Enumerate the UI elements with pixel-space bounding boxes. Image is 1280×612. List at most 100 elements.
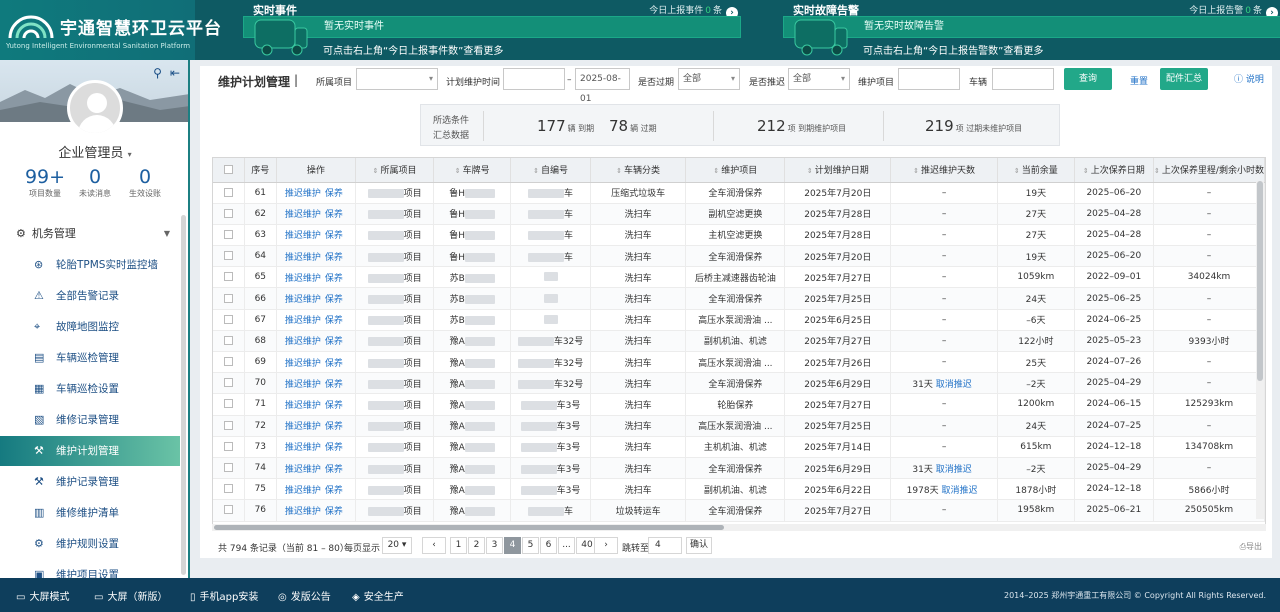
delay-maintenance-link[interactable]: 推迟维护 bbox=[285, 422, 321, 432]
column-header-8[interactable]: ⇕ 推迟维护天数 bbox=[890, 158, 998, 183]
delay-maintenance-link[interactable]: 推迟维护 bbox=[285, 231, 321, 241]
column-header-3[interactable]: ⇕ 车牌号 bbox=[433, 158, 512, 183]
row-checkbox[interactable] bbox=[223, 378, 233, 388]
select-all-checkbox[interactable] bbox=[223, 164, 233, 174]
table-row[interactable]: 63 推迟维护 保养 项目 鲁H 车洗扫车 主机空滤更换 2025年7月28日 –27天 2025… bbox=[213, 224, 1265, 247]
goto-input[interactable]: 4 bbox=[648, 537, 682, 554]
row-checkbox[interactable] bbox=[223, 399, 233, 409]
table-vertical-scrollbar[interactable] bbox=[1256, 181, 1264, 519]
sort-icon[interactable]: ⇕ bbox=[913, 167, 919, 175]
column-header-10[interactable]: ⇕ 上次保养日期 bbox=[1074, 158, 1155, 183]
column-header-9[interactable]: ⇕ 当前余量 bbox=[997, 158, 1075, 183]
row-checkbox[interactable] bbox=[223, 229, 233, 239]
sidebar-item-4[interactable]: ▦ 车辆巡检设置 bbox=[0, 374, 180, 404]
page-5[interactable]: 5 bbox=[522, 537, 539, 554]
table-row[interactable]: 62 推迟维护 保养 项目 鲁H 车洗扫车 副机空滤更换 2025年7月28日 –27天 2025… bbox=[213, 203, 1265, 225]
delay-select[interactable]: 全部 bbox=[788, 68, 850, 90]
sort-icon[interactable]: ⇕ bbox=[713, 167, 719, 175]
column-header-11[interactable]: ⇕ 上次保养里程/剩余小时数 bbox=[1153, 158, 1265, 183]
sort-icon[interactable]: ⇕ bbox=[616, 167, 622, 175]
table-row[interactable]: 64 推迟维护 保养 项目 鲁H 车洗扫车 全车润滑保养 2025年7月20日 –19天 2025… bbox=[213, 245, 1265, 268]
cancel-delay-link[interactable]: 取消推迟 bbox=[936, 380, 972, 390]
delay-maintenance-link[interactable]: 推迟维护 bbox=[285, 210, 321, 220]
row-checkbox[interactable] bbox=[223, 441, 233, 451]
page-4[interactable]: 4 bbox=[504, 537, 521, 554]
select-all-header[interactable] bbox=[213, 158, 245, 183]
table-row[interactable]: 70 推迟维护 保养 项目 豫A 车32号 洗扫车 全车润滑保养 2025年6月29日 31天 取… bbox=[213, 372, 1265, 395]
column-header-4[interactable]: ⇕ 自编号 bbox=[510, 158, 591, 183]
row-checkbox[interactable] bbox=[223, 505, 233, 515]
table-row[interactable]: 67 推迟维护 保养 项目 苏B 洗扫车 高压水泵润滑油 ... 2025年6月25日 – –6天… bbox=[213, 309, 1265, 331]
table-row[interactable]: 74 推迟维护 保养 项目 豫A 车3号 洗扫车 全车润滑保养 2025年6月29日 31天 取消… bbox=[213, 457, 1265, 480]
sort-icon[interactable]: ⇕ bbox=[1083, 167, 1089, 175]
sidebar-item-9[interactable]: ⚙ 维护规则设置 bbox=[0, 529, 180, 559]
delay-maintenance-link[interactable]: 推迟维护 bbox=[285, 316, 321, 326]
column-header-2[interactable]: ⇕ 所属项目 bbox=[355, 158, 435, 183]
row-checkbox[interactable] bbox=[223, 293, 233, 303]
maintain-link[interactable]: 保养 bbox=[325, 486, 343, 496]
menu-group-maintenance[interactable]: ⚙ 机务管理 ▼ bbox=[0, 220, 180, 248]
cancel-delay-link[interactable]: 取消推迟 bbox=[941, 486, 977, 496]
sidebar-item-1[interactable]: ⚠ 全部告警记录 bbox=[0, 281, 180, 311]
table-row[interactable]: 72 推迟维护 保养 项目 豫A 车3号 洗扫车 高压水泵润滑油 ... 2025年7月25日 –… bbox=[213, 415, 1265, 437]
delay-maintenance-link[interactable]: 推迟维护 bbox=[285, 295, 321, 305]
page-2[interactable]: 2 bbox=[468, 537, 485, 554]
query-button[interactable]: 查询 bbox=[1064, 68, 1112, 90]
footer-item-3[interactable]: ◎ 发版公告 bbox=[278, 588, 331, 603]
avatar[interactable] bbox=[67, 80, 123, 136]
sidebar-scrollbar[interactable] bbox=[181, 215, 186, 575]
per-page-select[interactable]: 20 ▾ bbox=[382, 537, 412, 554]
delay-maintenance-link[interactable]: 推迟维护 bbox=[285, 359, 321, 369]
delay-maintenance-link[interactable]: 推迟维护 bbox=[285, 465, 321, 475]
maintain-link[interactable]: 保养 bbox=[325, 337, 343, 347]
delay-maintenance-link[interactable]: 推迟维护 bbox=[285, 189, 321, 199]
sidebar-item-7[interactable]: ⚒ 维护记录管理 bbox=[0, 467, 180, 497]
maintain-link[interactable]: 保养 bbox=[325, 422, 343, 432]
sort-icon[interactable]: ⇕ bbox=[373, 167, 379, 175]
cancel-delay-link[interactable]: 取消推迟 bbox=[936, 465, 972, 475]
row-checkbox[interactable] bbox=[223, 463, 233, 473]
sidebar-item-8[interactable]: ▥ 维修维护清单 bbox=[0, 498, 180, 528]
reset-link[interactable]: 重置 bbox=[1130, 74, 1148, 87]
prev-page-button[interactable]: ‹ bbox=[422, 537, 446, 554]
user-name[interactable]: 企业管理员 ▾ bbox=[0, 142, 188, 161]
sidebar-item-6[interactable]: ⚒ 维护计划管理 bbox=[0, 436, 180, 466]
column-header-5[interactable]: ⇕ 车辆分类 bbox=[590, 158, 687, 183]
vehicle-input[interactable] bbox=[992, 68, 1054, 90]
column-header-6[interactable]: ⇕ 维护项目 bbox=[685, 158, 786, 183]
maintain-link[interactable]: 保养 bbox=[325, 507, 343, 517]
delay-maintenance-link[interactable]: 推迟维护 bbox=[285, 507, 321, 517]
maintain-link[interactable]: 保养 bbox=[325, 210, 343, 220]
row-checkbox[interactable] bbox=[223, 208, 233, 218]
table-row[interactable]: 66 推迟维护 保养 项目 苏B 洗扫车 全车润滑保养 2025年7月25日 –24天 2025–… bbox=[213, 287, 1265, 310]
maintain-link[interactable]: 保养 bbox=[325, 443, 343, 453]
maintain-link[interactable]: 保养 bbox=[325, 359, 343, 369]
sort-icon[interactable]: ⇕ bbox=[533, 167, 539, 175]
sort-icon[interactable]: ⇕ bbox=[455, 167, 461, 175]
project-select[interactable] bbox=[356, 68, 438, 90]
row-checkbox[interactable] bbox=[223, 484, 233, 494]
delay-maintenance-link[interactable]: 推迟维护 bbox=[285, 274, 321, 284]
delay-maintenance-link[interactable]: 推迟维护 bbox=[285, 401, 321, 411]
overdue-select[interactable]: 全部 bbox=[678, 68, 740, 90]
footer-item-2[interactable]: ▯ 手机app安装 bbox=[190, 588, 258, 603]
sort-icon[interactable]: ⇕ bbox=[1154, 167, 1160, 175]
sidebar-item-2[interactable]: ⌖ 故障地图监控 bbox=[0, 312, 180, 342]
row-checkbox[interactable] bbox=[223, 314, 233, 324]
page-3[interactable]: 3 bbox=[486, 537, 503, 554]
maintain-link[interactable]: 保养 bbox=[325, 401, 343, 411]
table-row[interactable]: 68 推迟维护 保养 项目 豫A 车32号 洗扫车 副机机油、机滤 2025年7月27日 –122… bbox=[213, 330, 1265, 353]
footer-item-1[interactable]: ▭ 大屏（新版） bbox=[94, 588, 167, 603]
row-checkbox[interactable] bbox=[223, 420, 233, 430]
goto-confirm-button[interactable]: 确认 bbox=[686, 537, 712, 554]
page-...[interactable]: ... bbox=[558, 537, 575, 554]
footer-item-4[interactable]: ◈ 安全生产 bbox=[352, 588, 404, 603]
delay-maintenance-link[interactable]: 推迟维护 bbox=[285, 253, 321, 263]
sidebar-item-0[interactable]: ⊛ 轮胎TPMS实时监控墙 bbox=[0, 250, 180, 280]
table-row[interactable]: 75 推迟维护 保养 项目 豫A 车3号 洗扫车 副机机油、机滤 2025年6月22日 1978天… bbox=[213, 478, 1265, 501]
table-row[interactable]: 69 推迟维护 保养 项目 豫A 车32号 洗扫车 高压水泵润滑油 ... 2025年7月26日… bbox=[213, 351, 1265, 374]
sidebar-item-10[interactable]: ▣ 维护项目设置 bbox=[0, 560, 180, 578]
table-row[interactable]: 73 推迟维护 保养 项目 豫A 车3号 洗扫车 主机机油、机滤 2025年7月14日 –615k… bbox=[213, 436, 1265, 458]
delay-maintenance-link[interactable]: 推迟维护 bbox=[285, 337, 321, 347]
stat-ledger[interactable]: 0 生效设账 bbox=[115, 166, 175, 199]
